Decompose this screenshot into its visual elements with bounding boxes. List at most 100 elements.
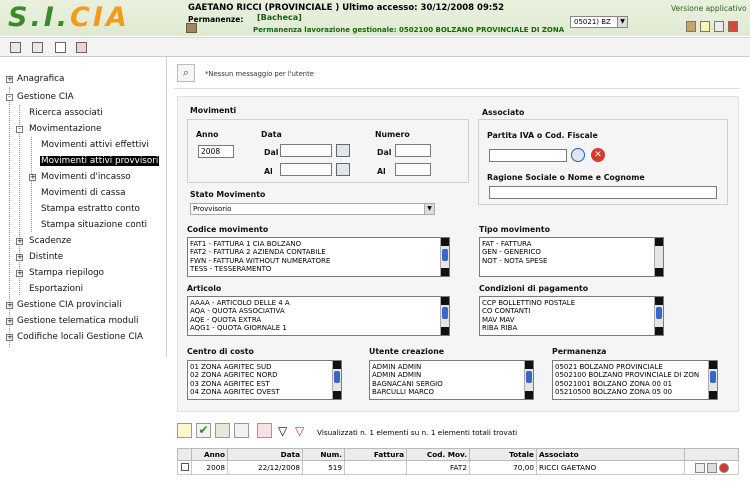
- col-associato[interactable]: Associato: [536, 448, 685, 461]
- list-item[interactable]: 05021 BOLZANO PROVINCIALE: [555, 363, 717, 371]
- list-item[interactable]: 05210500 BOLZANO ZONA 05 00: [555, 388, 717, 396]
- sidebar-item-movimentazione[interactable]: Movimentazione: [29, 124, 101, 134]
- expand-icon[interactable]: +: [6, 334, 13, 341]
- sidebar-item-stampa-estratto-conto[interactable]: Stampa estratto conto: [41, 204, 140, 214]
- list-item[interactable]: AQA - QUOTA ASSOCIATIVA: [190, 307, 449, 315]
- scrollbar[interactable]: [654, 297, 663, 335]
- piva-input[interactable]: [489, 149, 567, 162]
- condizioni-list[interactable]: CCP BOLLETTINO POSTALE CO CONTANTI MAV M…: [479, 296, 664, 336]
- scrollbar[interactable]: [524, 361, 533, 399]
- list-item[interactable]: NOT - NOTA SPESE: [482, 257, 663, 265]
- sidebar-item-gestione-cia-provinciali[interactable]: Gestione CIA provinciali: [17, 300, 122, 310]
- search-icon[interactable]: ⌕: [177, 64, 195, 82]
- list-item[interactable]: MAV MAV: [482, 316, 663, 324]
- folder-icon[interactable]: [686, 21, 696, 32]
- data-dal-input[interactable]: [280, 144, 332, 157]
- expand-icon[interactable]: +: [6, 318, 13, 325]
- expand-icon[interactable]: +: [6, 76, 13, 83]
- list-item[interactable]: 01 ZONA AGRITEC SUD: [190, 363, 341, 371]
- list-item[interactable]: FAT2 - FATTURA 2 AZIENDA CONTABILE: [190, 248, 449, 256]
- col-cod-mov[interactable]: Cod. Mov.: [406, 448, 470, 461]
- col-data[interactable]: Data: [227, 448, 303, 461]
- list-item[interactable]: TESS - TESSERAMENTO: [190, 265, 449, 273]
- list-item[interactable]: AQG1 - QUOTA GIORNALE 1: [190, 324, 449, 332]
- row-checkbox[interactable]: [180, 462, 189, 471]
- sidebar-item-stampa-riepilogo[interactable]: Stampa riepilogo: [29, 268, 104, 278]
- list-icon[interactable]: [32, 42, 43, 53]
- grid-icon[interactable]: [10, 42, 21, 53]
- list-item[interactable]: ADMIN ADMIN: [372, 363, 533, 371]
- notebook-icon[interactable]: [55, 42, 66, 53]
- col-anno[interactable]: Anno: [191, 448, 228, 461]
- sidebar-item-anagrafica[interactable]: Anagrafica: [17, 74, 64, 84]
- sidebar-item-movimenti-attivi-effettivi[interactable]: Movimenti attivi effettivi: [41, 140, 149, 150]
- col-totale[interactable]: Totale: [469, 448, 537, 461]
- list-item[interactable]: 02 ZONA AGRITEC NORD: [190, 371, 341, 379]
- filter-icon[interactable]: ▽: [278, 424, 287, 438]
- list-item[interactable]: ADMIN ADMIN: [372, 371, 533, 379]
- tipo-movimento-list[interactable]: FAT - FATTURA GEN - GENERICO NOT - NOTA …: [479, 237, 664, 277]
- utente-creazione-list[interactable]: ADMIN ADMIN ADMIN ADMIN BAGNACANI SERGIO…: [369, 360, 534, 400]
- col-fattura[interactable]: Fattura: [344, 448, 407, 461]
- expand-icon[interactable]: +: [16, 238, 23, 245]
- list-item[interactable]: 05021001 BOLZANO ZONA 00 01: [555, 380, 717, 388]
- exit-icon[interactable]: [728, 21, 738, 32]
- scrollbar[interactable]: [654, 238, 663, 276]
- sidebar-item-movimenti-cassa[interactable]: Movimenti di cassa: [41, 188, 125, 198]
- sidebar-item-codifiche-locali[interactable]: Codifiche locali Gestione CIA: [17, 332, 143, 342]
- table-row[interactable]: 2008 22/12/2008 519 FAT2 70,00 RICCI GAE…: [177, 460, 739, 475]
- expand-icon[interactable]: +: [16, 270, 23, 277]
- numero-al-input[interactable]: [395, 163, 431, 176]
- list-item[interactable]: AQE - QUOTA EXTRA: [190, 316, 449, 324]
- expand-icon[interactable]: +: [16, 254, 23, 261]
- sidebar-item-movimenti-incasso[interactable]: Movimenti d'incasso: [41, 172, 131, 182]
- list-item[interactable]: FWN - FATTURA WITHOUT NUMERATORE: [190, 257, 449, 265]
- data-al-input[interactable]: [280, 163, 332, 176]
- collapse-icon[interactable]: -: [16, 126, 23, 133]
- list-item[interactable]: BAGNACANI SERGIO: [372, 380, 533, 388]
- list-item[interactable]: BARCULLI MARCO: [372, 388, 533, 396]
- check-icon[interactable]: ✔: [196, 423, 211, 438]
- list-item[interactable]: 03 ZONA AGRITEC EST: [190, 380, 341, 388]
- clear-filter-icon[interactable]: ▽: [295, 424, 304, 438]
- centro-costo-list[interactable]: 01 ZONA AGRITEC SUD 02 ZONA AGRITEC NORD…: [187, 360, 342, 400]
- scrollbar[interactable]: [332, 361, 341, 399]
- scrollbar[interactable]: [440, 297, 449, 335]
- sidebar-item-movimenti-attivi-provvisori[interactable]: Movimenti attivi provvisori: [40, 156, 160, 166]
- version-link[interactable]: Versione applicativo: [671, 4, 747, 13]
- clear-associato-icon[interactable]: ✕: [591, 148, 605, 162]
- list-item[interactable]: CCP BOLLETTINO POSTALE: [482, 299, 663, 307]
- sidebar-item-stampa-situazione-conti[interactable]: Stampa situazione conti: [41, 220, 147, 230]
- permanenza-select[interactable]: 05021) BZ ▼: [570, 16, 628, 28]
- list-item[interactable]: AAAA - ARTICOLO DELLE 4 A: [190, 299, 449, 307]
- sidebar-item-gestione-telematica-moduli[interactable]: Gestione telematica moduli: [17, 316, 138, 326]
- sidebar-item-scadenze[interactable]: Scadenze: [29, 236, 71, 246]
- report-icon[interactable]: [76, 42, 87, 53]
- document-icon[interactable]: [700, 21, 710, 32]
- list-view-icon[interactable]: [257, 423, 272, 438]
- list-item[interactable]: FAT - FATTURA: [482, 240, 663, 248]
- delete-icon[interactable]: [718, 462, 729, 473]
- list-item[interactable]: GEN - GENERICO: [482, 248, 663, 256]
- list-item[interactable]: 0502100 BOLZANO PROVINCIALE DI ZON: [555, 371, 717, 379]
- list-item[interactable]: FAT1 - FATTURA 1 CIA BOLZANO: [190, 240, 449, 248]
- scrollbar[interactable]: [708, 361, 717, 399]
- home-icon[interactable]: [714, 21, 724, 32]
- ragione-input[interactable]: [489, 186, 717, 199]
- search-associato-icon[interactable]: [571, 148, 585, 162]
- expand-icon[interactable]: +: [6, 302, 13, 309]
- refresh-icon[interactable]: [215, 423, 230, 438]
- anno-input[interactable]: 2008: [198, 145, 234, 158]
- sidebar-item-gestione-cia[interactable]: Gestione CIA: [17, 92, 74, 102]
- list-item[interactable]: 04 ZONA AGRITEC OVEST: [190, 388, 341, 396]
- sidebar-item-ricerca-associati[interactable]: Ricerca associati: [29, 108, 103, 118]
- list-item[interactable]: RIBA RIBA: [482, 324, 663, 332]
- list-item[interactable]: CO CONTANTI: [482, 307, 663, 315]
- calendar-icon[interactable]: [336, 163, 350, 176]
- collapse-icon[interactable]: -: [6, 94, 13, 101]
- scrollbar[interactable]: [440, 238, 449, 276]
- expand-icon[interactable]: +: [29, 174, 36, 181]
- sidebar-item-esportazioni[interactable]: Esportazioni: [29, 284, 83, 294]
- col-num[interactable]: Num.: [302, 448, 345, 461]
- permanenze-link[interactable]: [Bacheca]: [257, 13, 302, 22]
